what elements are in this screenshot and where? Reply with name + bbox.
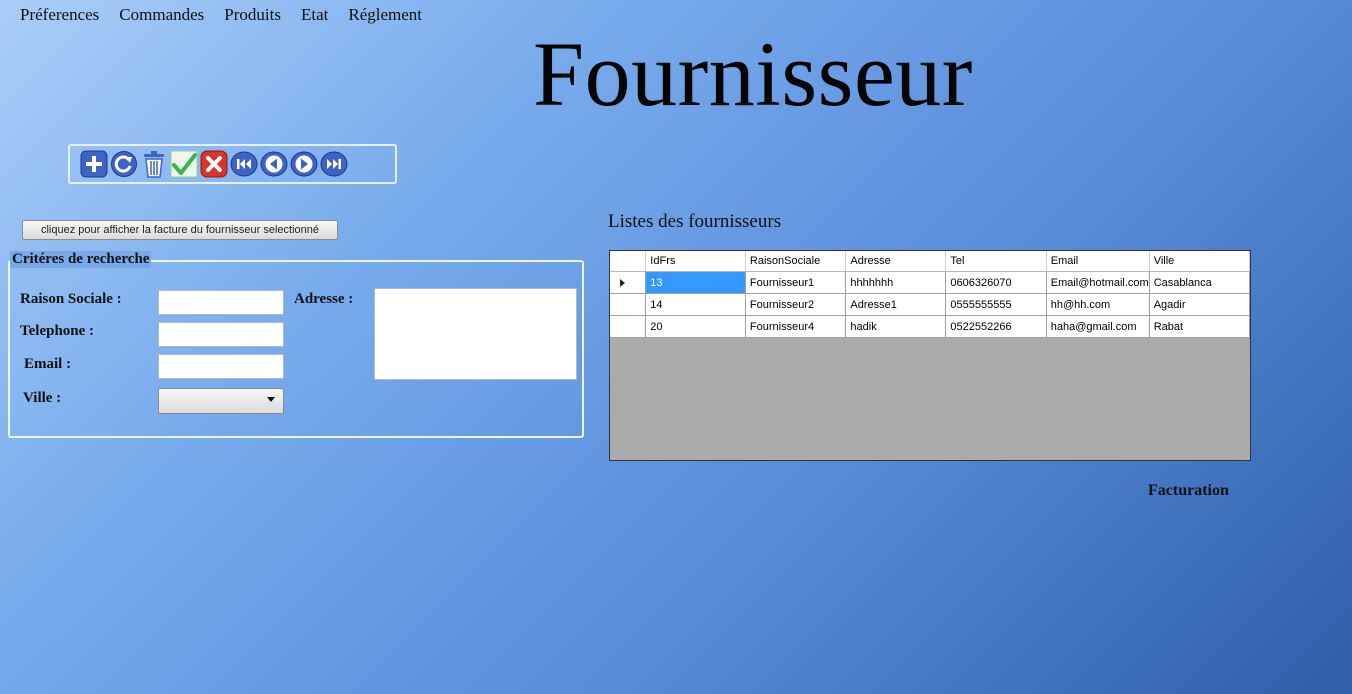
previous-button[interactable] — [260, 150, 288, 178]
table-cell[interactable]: Agadir — [1149, 293, 1250, 316]
raison-sociale-label: Raison Sociale : — [20, 291, 122, 307]
chevron-down-icon — [267, 397, 275, 402]
table-cell[interactable]: haha@gmail.com — [1046, 315, 1150, 338]
first-button[interactable] — [230, 150, 258, 178]
next-button[interactable] — [290, 150, 318, 178]
table-row[interactable]: 13 Fournisseur1 hhhhhhh 0606326070 Email… — [610, 271, 1250, 294]
email-label: Email : — [24, 356, 72, 372]
table-cell[interactable]: hh@hh.com — [1046, 293, 1150, 316]
row-header-corner — [610, 251, 647, 272]
next-icon — [290, 151, 318, 177]
row-selector[interactable] — [610, 315, 647, 338]
search-criteria-legend: Critéres de recherche — [10, 251, 152, 268]
table-cell[interactable]: Email@hotmail.com — [1046, 271, 1150, 294]
page-title: Fournisseur — [533, 23, 973, 125]
suppliers-grid[interactable]: IdFrs RaisonSociale Adresse Tel Email Vi… — [609, 250, 1251, 461]
menu-reglement[interactable]: Réglement — [338, 4, 432, 26]
table-cell[interactable]: 20 — [645, 315, 746, 338]
menu-produits[interactable]: Produits — [214, 4, 291, 26]
column-header-adresse[interactable]: Adresse — [845, 251, 947, 272]
table-cell[interactable]: hadik — [845, 315, 947, 338]
table-row[interactable]: 20 Fournisseur4 hadik 0522552266 haha@gm… — [610, 315, 1250, 338]
add-button[interactable] — [80, 150, 108, 178]
validate-button[interactable] — [170, 150, 198, 178]
last-icon — [320, 151, 348, 177]
table-cell[interactable]: Adresse1 — [845, 293, 947, 316]
suppliers-table: IdFrs RaisonSociale Adresse Tel Email Vi… — [610, 251, 1250, 338]
table-cell[interactable]: 0606326070 — [945, 271, 1047, 294]
menu-bar: Préferences Commandes Produits Etat Régl… — [0, 4, 432, 26]
telephone-label: Telephone : — [20, 323, 95, 339]
table-cell[interactable]: Fournisseur2 — [745, 293, 847, 316]
toolbar — [68, 144, 397, 184]
adresse-textarea[interactable] — [374, 288, 577, 380]
table-cell[interactable]: 0555555555 — [945, 293, 1047, 316]
table-cell[interactable]: 13 — [645, 271, 746, 294]
column-header-raisonsociale[interactable]: RaisonSociale — [745, 251, 847, 272]
add-icon — [80, 150, 108, 178]
email-input[interactable] — [158, 354, 284, 379]
trash-icon — [144, 151, 164, 178]
column-header-tel[interactable]: Tel — [945, 251, 1047, 272]
refresh-icon — [111, 151, 137, 177]
table-row[interactable]: 14 Fournisseur2 Adresse1 0555555555 hh@h… — [610, 293, 1250, 316]
facturation-link[interactable]: Facturation — [1148, 482, 1229, 500]
last-button[interactable] — [320, 150, 348, 178]
table-cell[interactable]: Fournisseur4 — [745, 315, 847, 338]
first-icon — [230, 151, 258, 177]
previous-icon — [260, 151, 288, 177]
table-header-row: IdFrs RaisonSociale Adresse Tel Email Vi… — [610, 251, 1250, 272]
show-invoice-button[interactable]: cliquez pour afficher la facture du four… — [22, 220, 338, 240]
menu-preferences[interactable]: Préferences — [0, 4, 109, 26]
row-selector[interactable] — [610, 271, 647, 294]
delete-button[interactable] — [140, 150, 168, 178]
adresse-label: Adresse : — [294, 291, 354, 307]
menu-etat[interactable]: Etat — [291, 4, 338, 26]
suppliers-list-title: Listes des fournisseurs — [608, 211, 782, 232]
menu-commandes[interactable]: Commandes — [109, 4, 214, 26]
current-row-pointer-icon — [620, 279, 625, 287]
ville-label: Ville : — [23, 390, 62, 406]
telephone-input[interactable] — [158, 322, 284, 347]
cancel-button[interactable] — [200, 150, 228, 178]
ville-select[interactable] — [158, 388, 284, 414]
table-cell[interactable]: 14 — [645, 293, 746, 316]
table-cell[interactable]: Rabat — [1149, 315, 1250, 338]
row-selector[interactable] — [610, 293, 647, 316]
table-cell[interactable]: Fournisseur1 — [745, 271, 847, 294]
table-cell[interactable]: Casablanca — [1149, 271, 1250, 294]
refresh-button[interactable] — [110, 150, 138, 178]
cancel-icon — [200, 150, 228, 178]
table-cell[interactable]: 0522552266 — [945, 315, 1047, 338]
check-icon — [170, 150, 198, 178]
column-header-email[interactable]: Email — [1046, 251, 1150, 272]
raison-sociale-input[interactable] — [158, 290, 284, 315]
column-header-idfrs[interactable]: IdFrs — [645, 251, 746, 272]
column-header-ville[interactable]: Ville — [1149, 251, 1250, 272]
table-cell[interactable]: hhhhhhh — [845, 271, 947, 294]
